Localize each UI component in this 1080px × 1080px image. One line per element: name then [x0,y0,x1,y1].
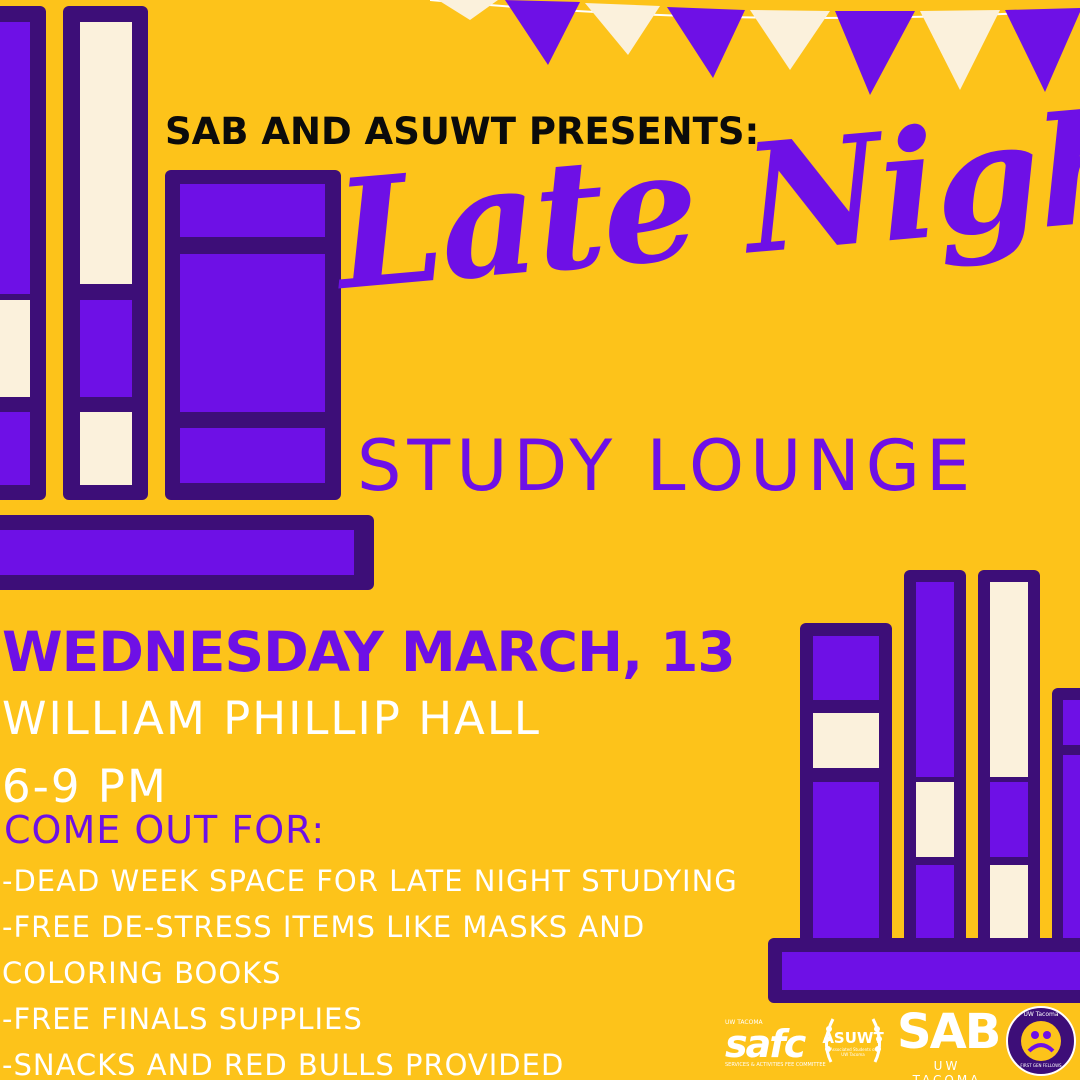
event-date: WEDNESDAY MARCH, 13 [2,620,736,684]
book-5 [904,570,966,990]
list-item: -DEAD WEEK SPACE FOR LATE NIGHT STUDYING [2,864,738,898]
book-1 [0,6,46,500]
book-4 [800,623,892,990]
title-subtitle: STUDY LOUNGE [357,425,977,507]
bookshelf-bottom-right [768,570,1080,1003]
shelf-top-left [0,515,374,590]
list-item: -FREE FINALS SUPPLIES [2,1002,363,1036]
offerings-heading: COME OUT FOR: [4,808,326,852]
safc-logo: UW TACOMA safc SERVICES & ACTIVITIES FEE… [725,1019,826,1068]
bookshelf-top-left [0,6,374,590]
offerings-list: -DEAD WEEK SPACE FOR LATE NIGHT STUDYING… [2,858,738,1080]
first-gen-fellows-logo: UW Tacoma FIRST GEN FELLOWS [1005,1005,1077,1077]
book-2 [63,6,148,500]
asuwt-logo: ASUWT Associated Students of UW Tacoma [819,1007,887,1077]
event-time: 6-9 PM [2,760,168,813]
event-location: WILLIAM PHILLIP HALL [2,692,541,745]
shelf-bottom-right [768,938,1080,1003]
sab-logo: SAB UW TACOMA [897,1004,1001,1080]
book-3 [165,170,341,500]
sponsor-logos: UW TACOMA safc SERVICES & ACTIVITIES FEE… [725,1005,1080,1080]
list-item: COLORING BOOKS [2,956,282,990]
event-poster: SAB AND ASUWT PRESENTS: Late Night STUDY… [0,0,1080,1080]
list-item: -FREE DE-STRESS ITEMS LIKE MASKS AND [2,910,646,944]
list-item: -SNACKS AND RED BULLS PROVIDED [2,1048,565,1080]
book-6 [978,570,1040,990]
bunting-decoration [430,0,1080,95]
